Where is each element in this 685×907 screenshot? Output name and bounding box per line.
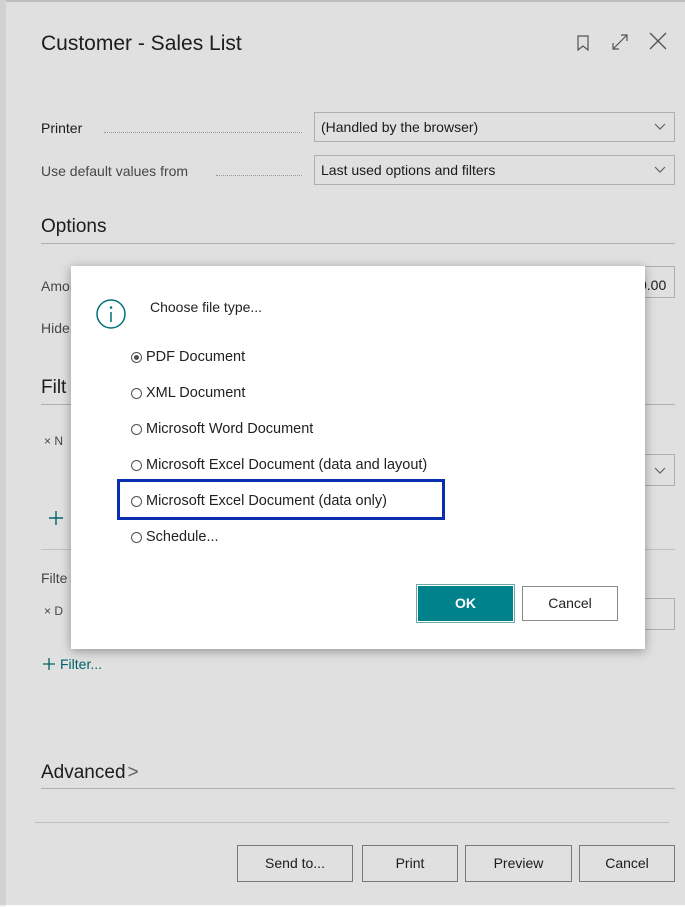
radio-button[interactable] [131, 531, 142, 543]
radio-button[interactable] [131, 351, 142, 363]
highlight-box [117, 479, 445, 520]
file-type-option-label: Microsoft Excel Document (data and layou… [146, 457, 428, 473]
file-type-dialog: Choose file type... PDF Document XML Docu… [71, 266, 645, 649]
file-type-option-label: PDF Document [146, 349, 246, 365]
dialog-cancel-button[interactable]: Cancel [522, 586, 618, 621]
dialog-title: Choose file type... [150, 299, 263, 315]
radio-button[interactable] [131, 423, 142, 435]
radio-button[interactable] [131, 387, 142, 399]
file-type-option[interactable]: Microsoft Excel Document (data and layou… [131, 457, 427, 473]
radio-button[interactable] [131, 459, 142, 471]
file-type-option[interactable]: Schedule... [131, 529, 219, 545]
file-type-option-label: XML Document [146, 385, 246, 401]
file-type-option[interactable]: PDF Document [131, 349, 245, 365]
file-type-option-label: Microsoft Word Document [146, 421, 314, 437]
ok-button[interactable]: OK [416, 584, 515, 623]
info-icon [95, 298, 127, 335]
file-type-option[interactable]: XML Document [131, 385, 245, 401]
file-type-option[interactable]: Microsoft Word Document [131, 421, 313, 437]
file-type-option-label: Schedule... [146, 529, 219, 545]
